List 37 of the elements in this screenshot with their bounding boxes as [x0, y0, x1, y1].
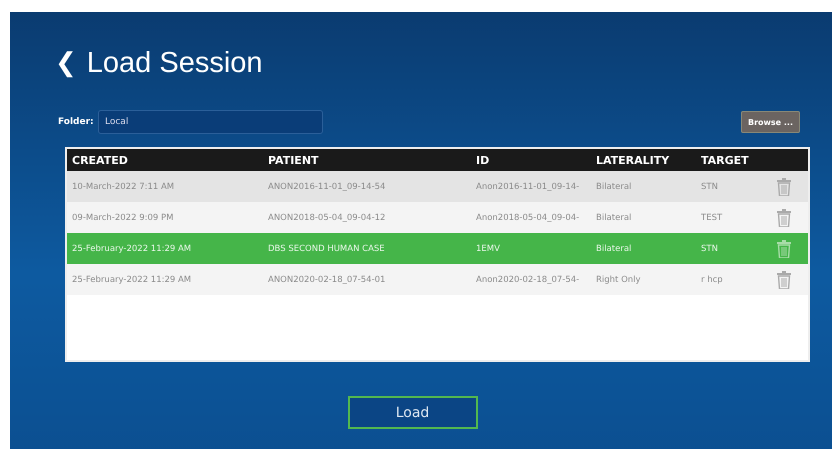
table-cell-text: 25-February-2022 11:29 AM — [72, 274, 192, 284]
table-cell-text: Bilateral — [596, 244, 632, 254]
table-row[interactable]: 25-February-2022 11:29 AM ANON2020-02-18_07-54-01 Anon2020-02-18_07-54- Right Only r hcp — [67, 264, 808, 295]
back-button[interactable]: ❮ — [55, 48, 77, 78]
table-cell-text: Bilateral — [596, 212, 632, 222]
table-cell-text: STN — [701, 182, 719, 192]
table-cell-text: Anon2018-05-04_09-04- — [476, 212, 580, 222]
table-cell-text: 10-March-2022 7:11 AM — [72, 182, 176, 192]
column-header: CREATED — [72, 154, 129, 166]
table-cell-text: ANON2018-05-04_09-04-12 — [268, 212, 386, 222]
table-cell-text: Anon2020-02-18_07-54- — [476, 274, 580, 284]
page-title: Load Session — [86, 46, 263, 80]
table-cell-text: 1EMV — [476, 244, 501, 254]
table-cell-text: ANON2016-11-01_09-14-54 — [268, 182, 386, 192]
table-cell-text: Right Only — [596, 274, 642, 284]
load-button[interactable]: Load — [348, 396, 478, 429]
trash-icon[interactable] — [777, 208, 791, 226]
table-row[interactable]: 09-March-2022 9:09 PM ANON2018-05-04_09-04-12 Anon2018-05-04_09-04- Bilateral TEST — [67, 202, 808, 233]
trash-icon[interactable] — [777, 240, 791, 258]
table-cell-text: 25-February-2022 11:29 AM — [72, 244, 192, 254]
table-cell-text: Anon2016-11-01_09-14- — [476, 182, 580, 192]
trash-icon[interactable] — [777, 270, 791, 288]
folder-label: Folder: — [58, 117, 95, 127]
trash-icon[interactable] — [777, 178, 791, 196]
table-cell-text: ANON2020-02-18_07-54-01 — [268, 274, 386, 284]
column-header: PATIENT — [268, 154, 320, 166]
table-cell-text: STN — [701, 244, 719, 254]
column-header: ID — [476, 154, 490, 166]
table-cell-text: 09-March-2022 9:09 PM — [72, 212, 174, 222]
column-header: LATERALITY — [596, 154, 670, 166]
table-cell-text: TEST — [701, 212, 724, 222]
table-cell-text: DBS SECOND HUMAN CASE — [268, 244, 386, 254]
browse-button[interactable]: Browse ... — [740, 111, 800, 133]
folder-field[interactable]: Local — [98, 110, 323, 134]
table-cell-text: r hcp — [701, 274, 724, 284]
column-header: TARGET — [701, 154, 750, 166]
table-cell-text: Bilateral — [596, 182, 632, 192]
